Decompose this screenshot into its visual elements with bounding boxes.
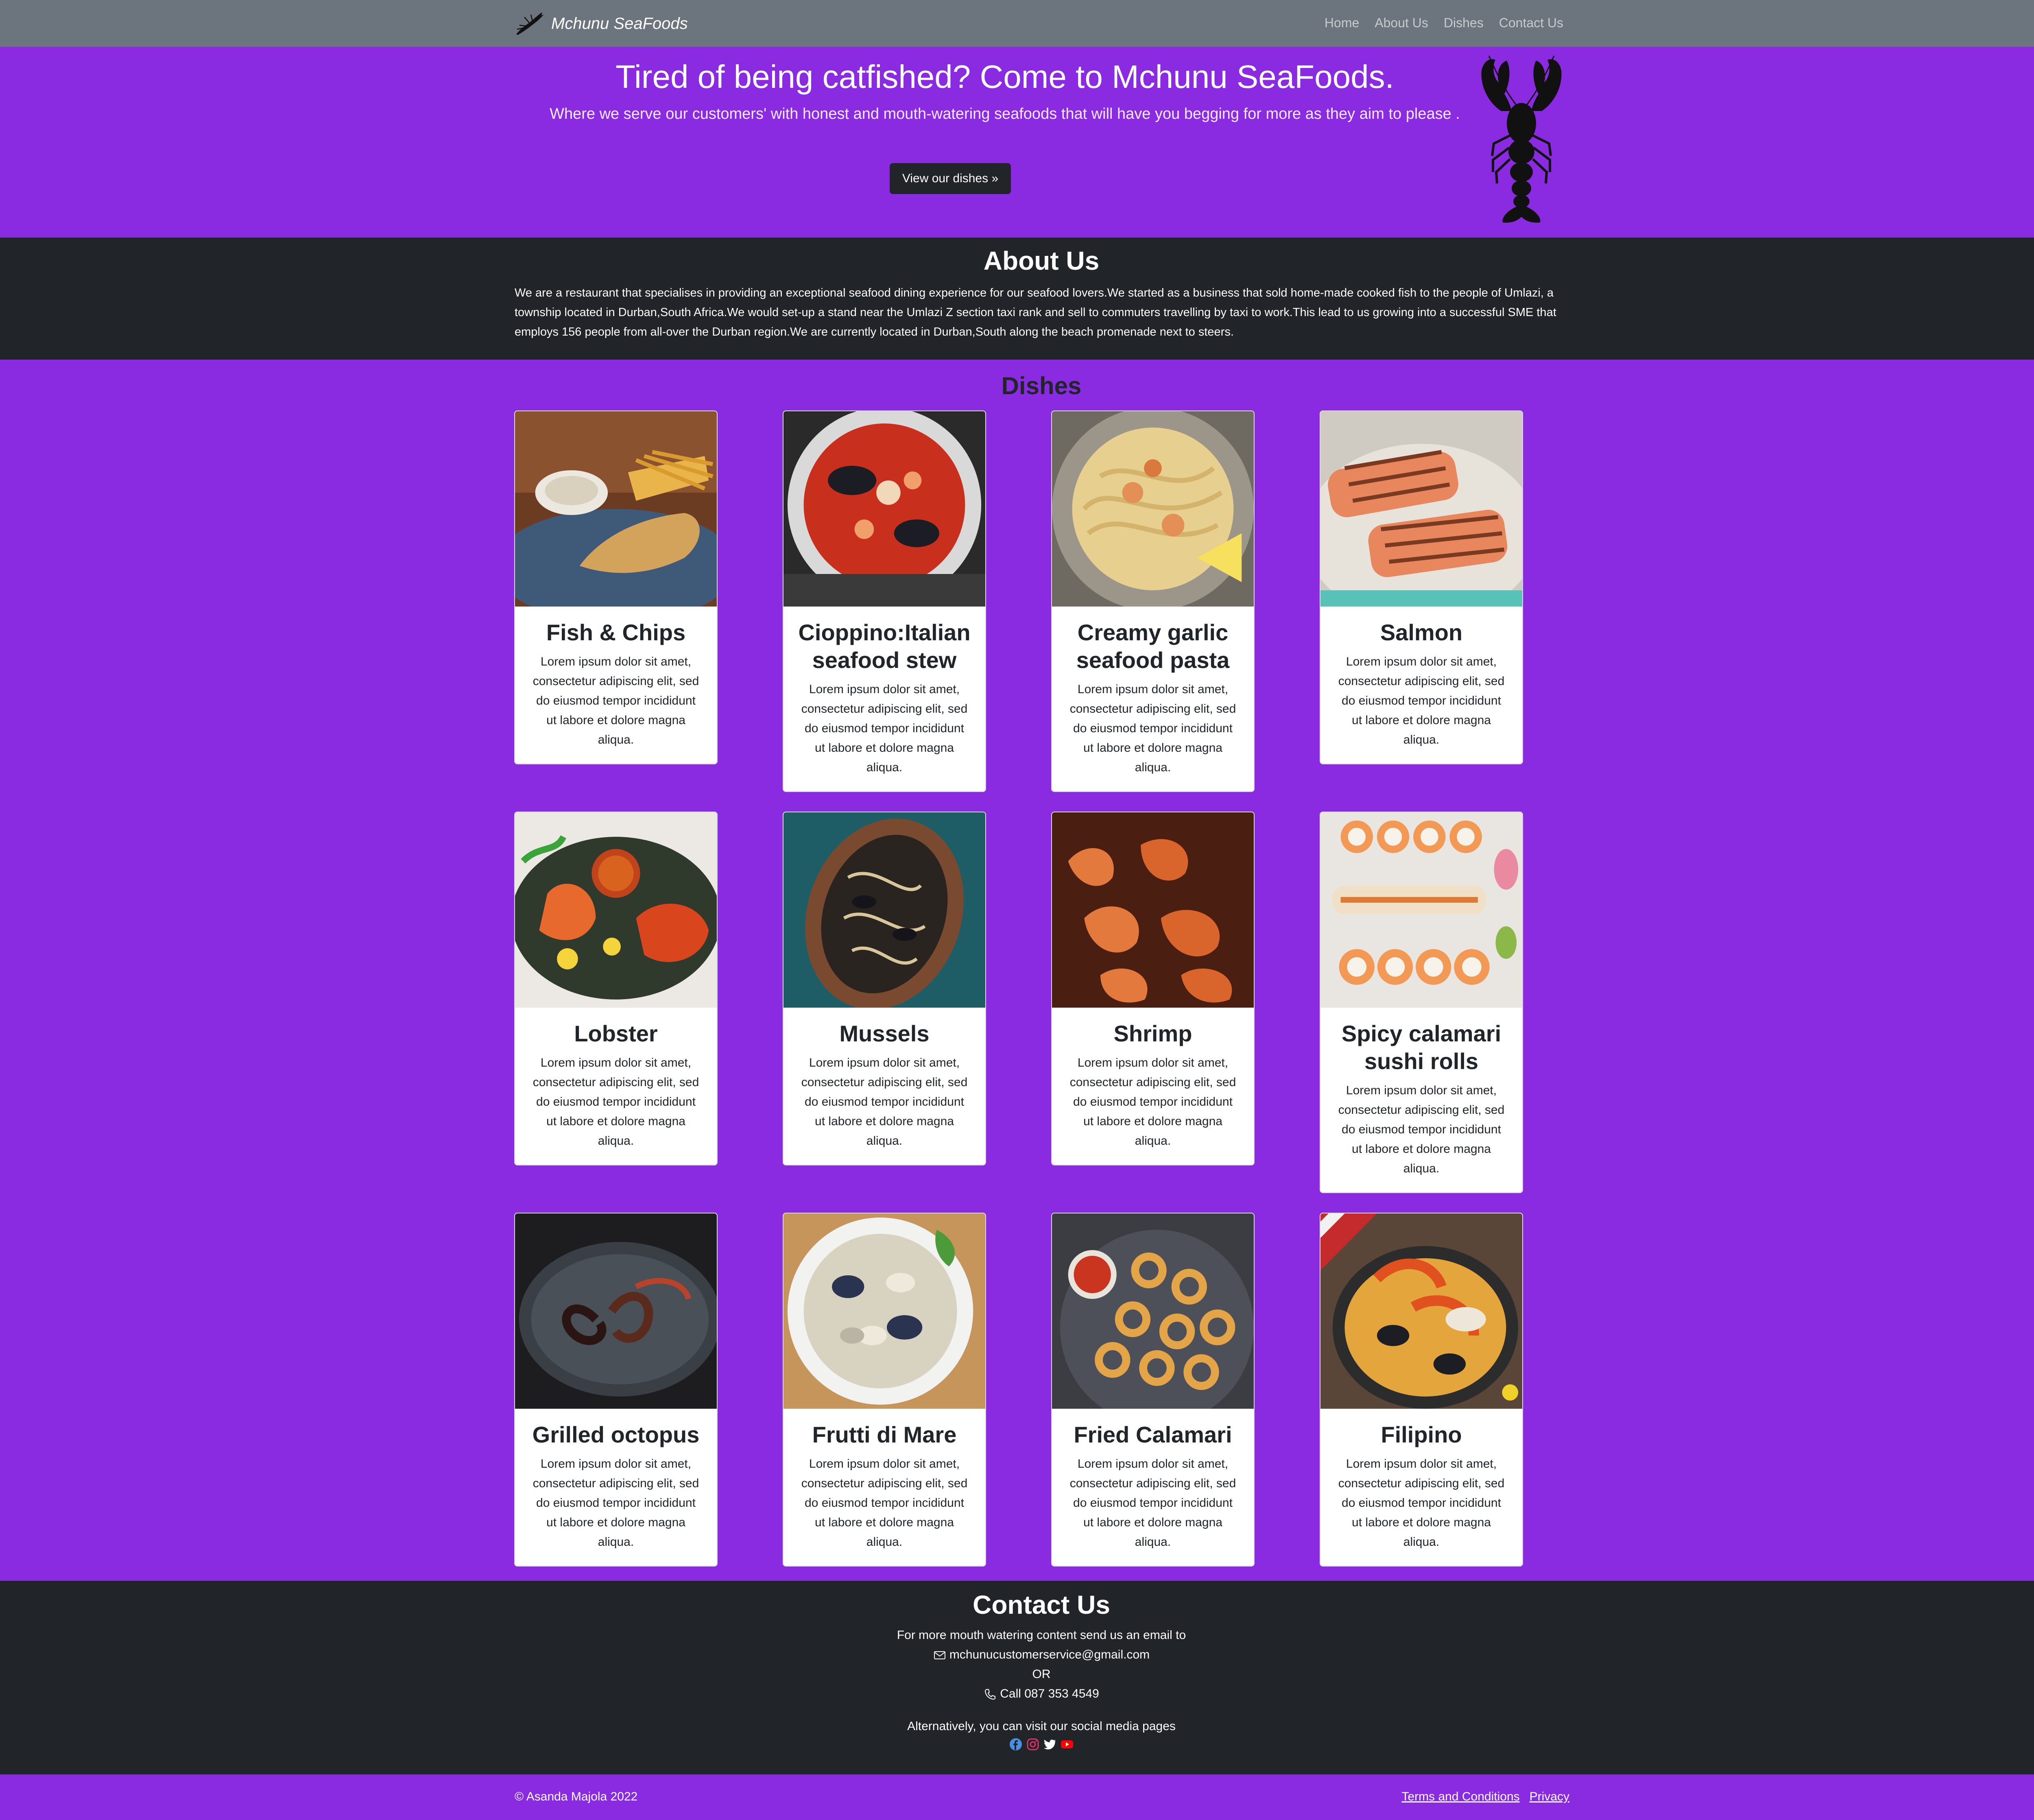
sushi-image: [1320, 812, 1522, 1008]
dish-text: Lorem ipsum dolor sit amet, consectetur …: [1338, 1457, 1505, 1549]
navbar: Mchunu SeaFoods Home About Us Dishes Con…: [0, 0, 2034, 47]
brand-link[interactable]: Mchunu SeaFoods: [515, 11, 688, 36]
phone-icon: [985, 1689, 996, 1700]
dish-card-lobster: Lobster Lorem ipsum dolor sit amet, cons…: [514, 812, 718, 1165]
mussels-image: [783, 812, 985, 1008]
youtube-icon[interactable]: [1061, 1738, 1074, 1751]
dish-card-fish-chips: Fish & Chips Lorem ipsum dolor sit amet,…: [514, 410, 718, 764]
contact-intro: For more mouth watering content send us …: [897, 1628, 1186, 1642]
envelope-icon: [934, 1651, 945, 1660]
about-text: We are a restaurant that specialises in …: [515, 286, 1556, 338]
dish-title: Shrimp: [1113, 1021, 1192, 1046]
instagram-icon[interactable]: [1026, 1738, 1039, 1751]
dish-title: Filipino: [1381, 1422, 1462, 1447]
shrimp-image: [1052, 812, 1254, 1008]
dish-card-filipino: Filipino Lorem ipsum dolor sit amet, con…: [1320, 1213, 1523, 1567]
facebook-icon[interactable]: [1009, 1738, 1022, 1751]
dish-text: Lorem ipsum dolor sit amet, consectetur …: [801, 1457, 968, 1549]
dish-card-garlic-pasta: Creamy garlic seafood pasta Lorem ipsum …: [1051, 410, 1255, 792]
dish-text: Lorem ipsum dolor sit amet, consectetur …: [533, 1056, 699, 1148]
social-links: [0, 1738, 2034, 1751]
dish-text: Lorem ipsum dolor sit amet, consectetur …: [1069, 1457, 1236, 1549]
hero-title: Tired of being catfished? Come to Mchunu…: [615, 59, 1394, 95]
contact-title: Contact Us: [973, 1590, 1110, 1619]
copyright: © Asanda Majola 2022: [515, 1790, 638, 1803]
filipino-image: [1320, 1213, 1522, 1409]
dish-text: Lorem ipsum dolor sit amet, consectetur …: [1069, 683, 1236, 774]
nav-link-contact[interactable]: Contact Us: [1499, 15, 1563, 31]
dish-text: Lorem ipsum dolor sit amet, consectetur …: [801, 683, 968, 774]
garlic-pasta-image: [1052, 411, 1254, 607]
fried-calamari-image: [1052, 1213, 1254, 1409]
terms-link[interactable]: Terms and Conditions: [1401, 1790, 1519, 1804]
dish-title: Salmon: [1380, 620, 1463, 645]
dish-card-salmon: Salmon Lorem ipsum dolor sit amet, conse…: [1320, 410, 1523, 764]
contact-or: OR: [1032, 1667, 1051, 1681]
fish-chips-image: [515, 411, 717, 607]
dish-title: Frutti di Mare: [812, 1422, 957, 1447]
cioppino-image: [783, 411, 985, 607]
about-section: About Us We are a restaurant that specia…: [0, 238, 2034, 360]
dish-title: Cioppino:Italian seafood stew: [798, 620, 971, 673]
twitter-icon[interactable]: [1043, 1738, 1056, 1751]
dish-text: Lorem ipsum dolor sit amet, consectetur …: [1069, 1056, 1236, 1148]
hero-subtitle: Where we serve our customers' with hones…: [550, 105, 1460, 122]
nav-link-dishes[interactable]: Dishes: [1444, 15, 1484, 31]
contact-phone[interactable]: Call 087 353 4549: [1000, 1687, 1099, 1700]
dish-text: Lorem ipsum dolor sit amet, consectetur …: [1338, 1084, 1505, 1175]
dish-card-octopus: Grilled octopus Lorem ipsum dolor sit am…: [514, 1213, 718, 1567]
dish-text: Lorem ipsum dolor sit amet, consectetur …: [1338, 655, 1505, 746]
lobster-logo-icon: [516, 12, 544, 35]
lobster-illustration: [1481, 55, 1562, 223]
dish-text: Lorem ipsum dolor sit amet, consectetur …: [533, 1457, 699, 1549]
dish-title: Fried Calamari: [1074, 1422, 1232, 1447]
footer-links: Terms and Conditions Privacy: [1401, 1790, 1569, 1804]
nav-links: Home About Us Dishes Contact Us: [1325, 15, 1563, 31]
dish-card-sushi: Spicy calamari sushi rolls Lorem ipsum d…: [1320, 812, 1523, 1193]
lobster-image: [515, 812, 717, 1008]
contact-email[interactable]: mchunucustomerservice@gmail.com: [949, 1648, 1150, 1661]
dish-title: Mussels: [839, 1021, 930, 1046]
view-dishes-button[interactable]: View our dishes »: [890, 163, 1011, 194]
dish-card-mussels: Mussels Lorem ipsum dolor sit amet, cons…: [783, 812, 986, 1165]
footer: © Asanda Majola 2022 Terms and Condition…: [0, 1774, 2034, 1820]
dish-text: Lorem ipsum dolor sit amet, consectetur …: [801, 1056, 968, 1148]
dish-card-shrimp: Shrimp Lorem ipsum dolor sit amet, conse…: [1051, 812, 1255, 1165]
privacy-link[interactable]: Privacy: [1530, 1790, 1569, 1804]
brand-name: Mchunu SeaFoods: [551, 14, 688, 33]
dish-text: Lorem ipsum dolor sit amet, consectetur …: [533, 655, 699, 746]
nav-link-about[interactable]: About Us: [1375, 15, 1428, 31]
dish-card-cioppino: Cioppino:Italian seafood stew Lorem ipsu…: [783, 410, 986, 792]
dish-title: Fish & Chips: [546, 620, 686, 645]
dish-title: Lobster: [574, 1021, 658, 1046]
dish-title: Spicy calamari sushi rolls: [1341, 1021, 1501, 1074]
dish-card-frutti-di-mare: Frutti di Mare Lorem ipsum dolor sit ame…: [783, 1213, 986, 1567]
contact-phone-line: Call 087 353 4549: [0, 1684, 2034, 1704]
dish-title: Grilled octopus: [532, 1422, 700, 1447]
contact-email-line: mchunucustomerservice@gmail.com: [0, 1645, 2034, 1665]
octopus-image: [515, 1213, 717, 1409]
nav-link-home[interactable]: Home: [1325, 15, 1359, 31]
dish-card-fried-calamari: Fried Calamari Lorem ipsum dolor sit ame…: [1051, 1213, 1255, 1567]
about-title: About Us: [983, 246, 1100, 275]
dish-title: Creamy garlic seafood pasta: [1076, 620, 1230, 673]
social-intro: Alternatively, you can visit our social …: [907, 1720, 1176, 1733]
dishes-title: Dishes: [1001, 372, 1082, 399]
hero-section: Tired of being catfished? Come to Mchunu…: [0, 47, 2034, 238]
frutti-di-mare-image: [783, 1213, 985, 1409]
salmon-image: [1320, 411, 1522, 607]
